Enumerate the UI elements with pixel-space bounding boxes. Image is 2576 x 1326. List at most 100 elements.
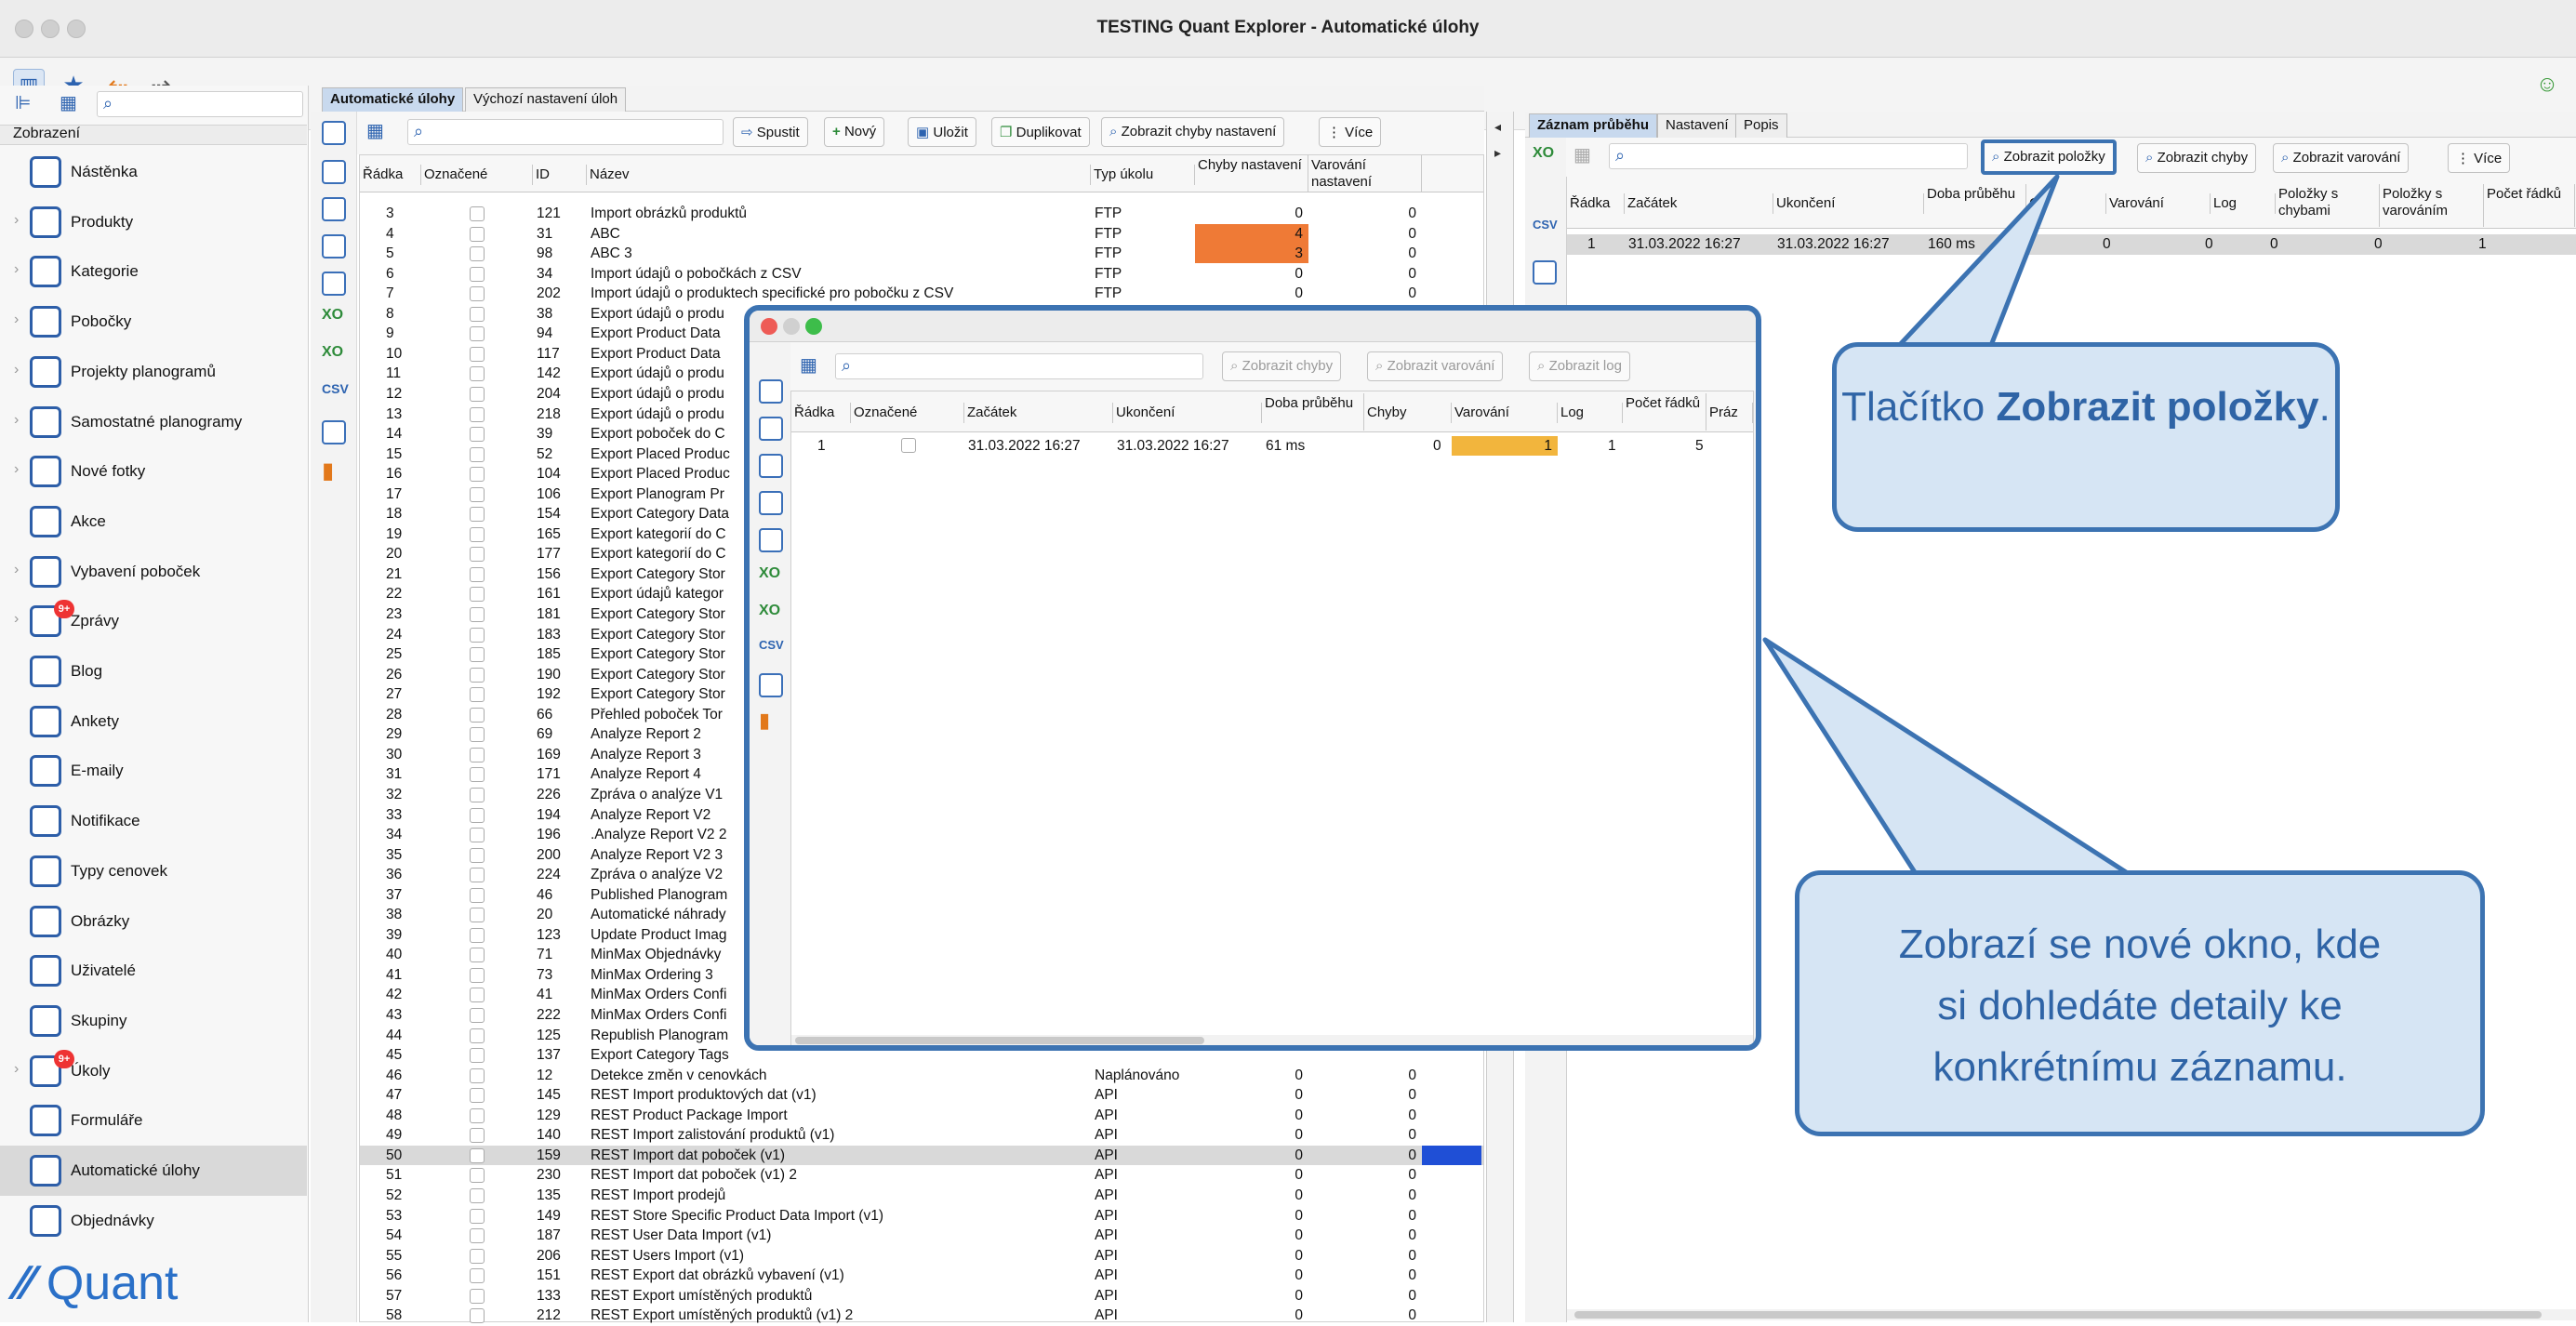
table-row[interactable]: 6 34 Import údajů o pobočkách z CSV FTP 0 0 xyxy=(360,264,1483,285)
sidebar-item[interactable]: Ankety xyxy=(0,696,307,747)
new-button[interactable]: + Nový xyxy=(824,117,885,147)
row-checkbox[interactable] xyxy=(470,1067,485,1083)
row-checkbox[interactable] xyxy=(470,1288,485,1304)
table-row[interactable]: 52 135 REST Import prodejů API 0 0 xyxy=(360,1186,1483,1206)
row-checkbox[interactable] xyxy=(470,707,485,723)
schedule-icon[interactable] xyxy=(322,420,346,444)
copy-icon[interactable] xyxy=(759,417,783,441)
row-checkbox[interactable] xyxy=(470,1187,485,1203)
chart-icon[interactable]: ▮ xyxy=(759,709,770,733)
check-list-icon[interactable] xyxy=(322,121,346,145)
duplicate-button[interactable]: ❐ Duplikovat xyxy=(991,117,1090,147)
row-checkbox[interactable] xyxy=(470,828,485,843)
col-errors[interactable]: Chyby xyxy=(1364,403,1452,423)
row-checkbox[interactable] xyxy=(470,366,485,382)
main-search-input[interactable]: ⌕ xyxy=(407,119,724,145)
table-row[interactable]: 57 133 REST Export umístěných produktů API 0… xyxy=(360,1286,1483,1306)
col-setting-warnings[interactable]: Varování nastavení xyxy=(1308,155,1422,192)
collapse-left-icon[interactable]: ◂ xyxy=(1494,119,1501,135)
row-checkbox[interactable] xyxy=(470,486,485,502)
csv-icon[interactable]: CSV xyxy=(322,381,349,396)
copy-icon[interactable] xyxy=(322,160,346,184)
row-checkbox[interactable] xyxy=(470,406,485,422)
duplicate-icon[interactable] xyxy=(759,454,783,478)
col-row[interactable]: Řádka xyxy=(1567,193,1625,214)
popup-show-warnings-button[interactable]: ⌕ Zobrazit varování xyxy=(1367,351,1504,381)
table-row[interactable]: 47 145 REST Import produktových dat (v1) AP… xyxy=(360,1085,1483,1106)
col-items-errors[interactable]: Položky s chybami xyxy=(2276,184,2380,227)
more-button[interactable]: ⋮ Více xyxy=(1319,117,1382,147)
save-button[interactable]: ▣ Uložit xyxy=(908,117,976,147)
sidebar-search-input[interactable]: ⌕ xyxy=(97,91,303,117)
row-checkbox[interactable] xyxy=(470,988,485,1003)
row-checkbox[interactable] xyxy=(470,386,485,402)
sidebar-item[interactable]: Blog xyxy=(0,646,307,696)
table-row[interactable]: 51 230 REST Import dat poboček (v1) 2 API 0 0 xyxy=(360,1165,1483,1186)
popup-horizontal-scrollbar[interactable] xyxy=(791,1035,1753,1045)
table-row[interactable]: 53 149 REST Store Specific Product Data Im… xyxy=(360,1206,1483,1227)
col-id[interactable]: ID xyxy=(533,165,587,185)
row-checkbox[interactable] xyxy=(470,1168,485,1184)
sidebar-item[interactable]: Typy cenovek xyxy=(0,846,307,896)
row-checkbox[interactable] xyxy=(470,346,485,362)
xo-import-icon[interactable]: XO xyxy=(759,565,780,582)
collapse-right-icon[interactable]: ▸ xyxy=(1494,145,1501,161)
row-checkbox[interactable] xyxy=(470,547,485,563)
col-row[interactable]: Řádka xyxy=(360,165,421,185)
table-settings-icon[interactable]: ▦ xyxy=(800,353,817,377)
row-checkbox[interactable] xyxy=(470,1308,485,1324)
show-warnings-button[interactable]: ⌕ Zobrazit varování xyxy=(2273,143,2410,173)
sidebar-item[interactable]: Nástěnka xyxy=(0,147,307,197)
row-checkbox[interactable] xyxy=(470,927,485,943)
table-settings-icon[interactable]: ▦ xyxy=(1573,143,1591,166)
col-items-warnings[interactable]: Položky s varováním xyxy=(2380,184,2484,227)
sidebar-item[interactable]: E-maily xyxy=(0,746,307,796)
table-row[interactable]: 4 31 ABC FTP 4 0 xyxy=(360,223,1483,245)
sidebar-item[interactable]: Objednávky xyxy=(0,1196,307,1246)
row-checkbox[interactable] xyxy=(470,1008,485,1023)
table-row[interactable]: 50 159 REST Import dat poboček (v1) API 0 0 xyxy=(360,1145,1483,1166)
chevron-right-icon[interactable]: › xyxy=(14,261,19,278)
document-icon[interactable] xyxy=(322,272,346,296)
sidebar-item[interactable]: Automatické úlohy xyxy=(0,1146,307,1196)
col-name[interactable]: Název xyxy=(587,165,1091,185)
popup-search-input[interactable]: ⌕ xyxy=(835,353,1203,379)
show-items-button[interactable]: ⌕ Zobrazit položky xyxy=(1981,139,2117,175)
col-start[interactable]: Začátek xyxy=(964,403,1113,423)
chevron-right-icon[interactable]: › xyxy=(14,461,19,478)
sidebar-item[interactable]: › Vybavení poboček xyxy=(0,547,307,597)
row-checkbox[interactable] xyxy=(470,1268,485,1284)
sidebar-item[interactable]: Uživatelé xyxy=(0,946,307,996)
row-checkbox[interactable] xyxy=(470,446,485,462)
show-setting-errors-button[interactable]: ⌕ Zobrazit chyby nastavení xyxy=(1101,117,1285,147)
row-checkbox[interactable] xyxy=(470,847,485,863)
row-checkbox[interactable] xyxy=(470,1048,485,1064)
row-checkbox[interactable] xyxy=(470,1128,485,1144)
table-row[interactable]: 46 12 Detekce změn v cenovkách Naplánováno 0… xyxy=(360,1066,1483,1086)
row-checkbox[interactable] xyxy=(470,967,485,983)
tab-default-settings[interactable]: Výchozí nastavení úloh xyxy=(465,87,627,112)
col-marked[interactable]: Označené xyxy=(851,403,964,423)
row-checkbox[interactable] xyxy=(901,438,916,453)
sidebar-item[interactable]: Skupiny xyxy=(0,996,307,1046)
xo-export-icon[interactable]: XO xyxy=(322,344,343,361)
sidebar-item[interactable]: Notifikace xyxy=(0,796,307,846)
row-checkbox[interactable] xyxy=(470,526,485,542)
row-checkbox[interactable] xyxy=(470,1208,485,1224)
table-row[interactable]: 56 151 REST Export dat obrázků vybavení (v… xyxy=(360,1266,1483,1286)
chevron-right-icon[interactable]: › xyxy=(14,611,19,628)
col-empty[interactable]: Práz xyxy=(1706,403,1753,423)
row-checkbox[interactable] xyxy=(470,1107,485,1123)
tab-settings[interactable]: Nastavení xyxy=(1657,113,1737,138)
row-checkbox[interactable] xyxy=(470,246,485,262)
row-checkbox[interactable] xyxy=(470,607,485,622)
table-row[interactable]: 3 121 Import obrázků produktů FTP 0 0 xyxy=(360,204,1483,224)
chevron-right-icon[interactable]: › xyxy=(14,312,19,328)
table-row[interactable]: 58 212 REST Export umístěných produktů (v1… xyxy=(360,1306,1483,1326)
sidebar-item[interactable]: › Nové fotky xyxy=(0,446,307,497)
more-button[interactable]: ⋮ Více xyxy=(2448,143,2511,173)
col-task-type[interactable]: Typ úkolu xyxy=(1091,165,1195,185)
col-setting-errors[interactable]: Chyby nastavení xyxy=(1195,155,1308,192)
schedule-icon[interactable] xyxy=(759,673,783,697)
smiley-icon[interactable]: ☺ xyxy=(2531,69,2563,100)
